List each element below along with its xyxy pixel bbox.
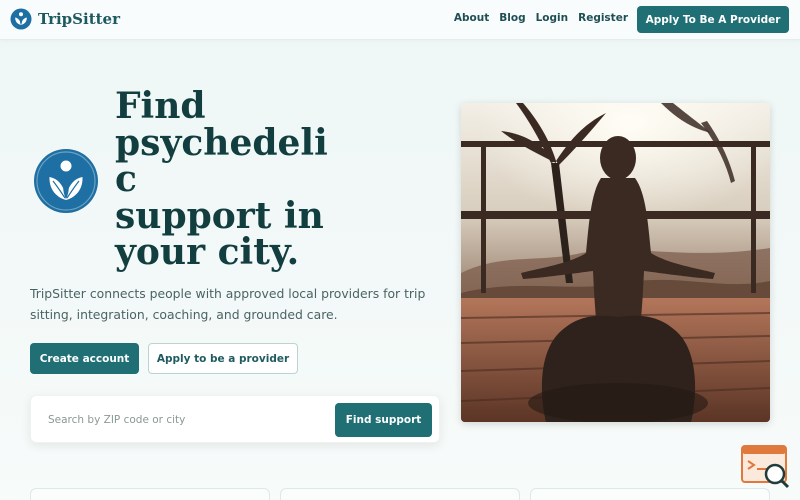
hero-title-line: Find	[115, 85, 206, 127]
hero-title-line: your city.	[115, 231, 300, 273]
feature-card	[280, 488, 520, 500]
hero-title-line: psychedeli	[115, 121, 328, 164]
find-support-button[interactable]: Find support	[335, 403, 432, 437]
location-search: Find support	[30, 395, 440, 443]
feature-card	[530, 488, 770, 500]
feature-card	[30, 488, 270, 500]
site-header: TripSitter About Blog Login Register App…	[0, 0, 800, 40]
lotus-leaf-logo-icon	[33, 148, 99, 214]
hero-title-line: support in	[115, 194, 324, 237]
apply-provider-nav-button[interactable]: Apply To Be A Provider	[637, 6, 789, 33]
location-search-input[interactable]	[39, 404, 329, 436]
nav-blog-link[interactable]: Blog	[499, 12, 525, 24]
lotus-leaf-logo-icon	[10, 8, 32, 30]
create-account-button[interactable]: Create account	[30, 343, 139, 374]
apply-provider-button[interactable]: Apply to be a provider	[148, 343, 298, 374]
nav-about-link[interactable]: About	[454, 12, 489, 24]
nav-register-link[interactable]: Register	[578, 12, 628, 24]
hero-meditation-photo	[461, 103, 770, 422]
main-nav: About Blog Login Register	[454, 12, 628, 24]
brand-name: TripSitter	[38, 10, 120, 28]
nav-login-link[interactable]: Login	[536, 12, 569, 24]
hero-title-line: c	[115, 158, 137, 200]
brand[interactable]: TripSitter	[10, 8, 120, 30]
hero-title: Find psychedeli c support in your city.	[115, 88, 360, 271]
search-help-icon[interactable]	[740, 444, 792, 490]
hero-subtitle: TripSitter connects people with approved…	[30, 286, 426, 322]
